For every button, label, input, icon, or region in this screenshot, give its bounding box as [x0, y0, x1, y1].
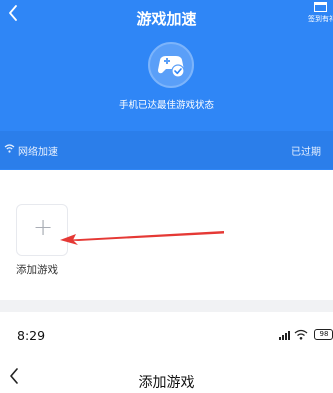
gamepad-status-badge — [148, 42, 194, 88]
checkin-gift-button[interactable]: 签到有礼 — [307, 2, 333, 24]
gamepad-check-icon — [158, 56, 185, 78]
red-arrow-annotation — [60, 231, 224, 245]
add-game-screen: 8:29 98 添加游戏 — [0, 312, 333, 393]
add-game-label: 添加游戏 — [16, 264, 58, 276]
page-title-top: 游戏加速 — [136, 10, 197, 28]
battery-icon: 98 — [314, 329, 333, 340]
device-status-text: 手机已达最佳游戏状态 — [118, 100, 214, 111]
status-bar-time: 8:29 — [17, 328, 46, 343]
section-divider — [0, 300, 333, 312]
page-title-bottom: 添加游戏 — [138, 375, 195, 391]
signal-wifi-icon — [279, 329, 308, 340]
network-acceleration-bar[interactable]: 网络加速 已过期 — [0, 131, 333, 169]
gift-icon — [314, 2, 327, 12]
wifi-icon — [4, 144, 15, 153]
expired-status: 已过期 — [291, 147, 321, 158]
network-acceleration-label: 网络加速 — [18, 147, 58, 158]
game-list-card: + 添加游戏 — [0, 170, 333, 300]
gift-label: 签到有礼 — [308, 15, 333, 23]
